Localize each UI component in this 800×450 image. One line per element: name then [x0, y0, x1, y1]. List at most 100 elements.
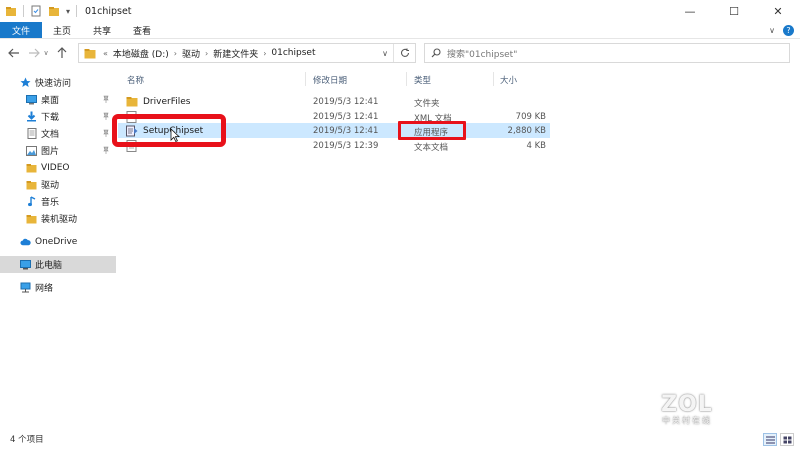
- file-row[interactable]: 2019/5/3 12:39 文本文档 4 KB: [118, 138, 550, 153]
- file-size: 709 KB: [515, 112, 546, 122]
- back-button[interactable]: [6, 45, 22, 61]
- sidebar-item-label: 此电脑: [35, 261, 63, 271]
- column-divider[interactable]: [493, 72, 494, 86]
- sidebar-item-music[interactable]: 音乐: [0, 193, 116, 210]
- sidebar-item-pictures[interactable]: 图片: [0, 142, 116, 159]
- sidebar-item-label: 装机驱动: [41, 215, 78, 225]
- file-row[interactable]: DriverFiles 2019/5/3 12:41 文件夹: [118, 94, 550, 109]
- sidebar-item-this-pc[interactable]: 此电脑: [0, 256, 116, 273]
- item-count: 4 个项目: [10, 435, 44, 445]
- sidebar-item-onedrive[interactable]: OneDrive: [0, 233, 116, 250]
- file-name: DriverFiles: [143, 96, 191, 107]
- address-dropdown-icon[interactable]: ∨: [379, 47, 391, 59]
- folder-icon: [26, 213, 37, 224]
- pin-icon[interactable]: [102, 112, 110, 120]
- large-icons-view-button[interactable]: [780, 433, 794, 446]
- refresh-button[interactable]: [393, 44, 415, 62]
- window-controls: — ☐ ✕: [668, 0, 800, 22]
- file-date: 2019/5/3 12:41: [313, 126, 379, 136]
- pin-icon[interactable]: [102, 146, 110, 154]
- xml-file-icon: [126, 111, 137, 123]
- breadcrumb-drivers[interactable]: 驱动: [180, 47, 202, 60]
- sidebar-item-drivers[interactable]: 驱动: [0, 176, 116, 193]
- minimize-button[interactable]: —: [668, 0, 712, 22]
- file-date: 2019/5/3 12:41: [313, 112, 379, 122]
- column-header-size[interactable]: 大小: [500, 74, 517, 86]
- sidebar-item-video[interactable]: VIDEO: [0, 159, 116, 176]
- chevron-right-icon[interactable]: ›: [202, 49, 211, 58]
- title-bar: ▾ 01chipset — ☐ ✕: [0, 0, 800, 22]
- breadcrumb-current[interactable]: 01chipset: [269, 48, 317, 58]
- chevron-down-icon: ∨: [43, 49, 49, 57]
- status-bar: 4 个项目: [0, 428, 800, 450]
- mouse-cursor-icon: [170, 128, 180, 142]
- file-row[interactable]: 2019/5/3 12:41 XML 文档 709 KB: [118, 109, 550, 124]
- sidebar-item-documents[interactable]: 文档: [0, 125, 116, 142]
- sidebar-item-label: 下载: [41, 113, 60, 123]
- pin-icon[interactable]: [102, 95, 110, 103]
- search-box[interactable]: 搜索"01chipset": [424, 43, 790, 63]
- navigation-pane: 快速访问 桌面 下载 文档 图片 VIDEO 驱动 音乐 装机驱动 OneDri…: [0, 74, 116, 424]
- sidebar-item-quick-access[interactable]: 快速访问: [0, 74, 116, 91]
- setup-exe-icon: [126, 125, 138, 137]
- up-button[interactable]: [54, 45, 70, 61]
- recent-locations-button[interactable]: ∨: [42, 45, 50, 61]
- column-header-name[interactable]: 名称: [127, 74, 144, 86]
- download-icon: [26, 111, 37, 122]
- file-size: 2,880 KB: [507, 126, 546, 136]
- details-view-button[interactable]: [763, 433, 777, 446]
- search-placeholder: 搜索"01chipset": [447, 49, 518, 60]
- sidebar-item-network[interactable]: 网络: [0, 279, 116, 296]
- sidebar-item-setup-drivers[interactable]: 装机驱动: [0, 210, 116, 227]
- breadcrumb-drive[interactable]: 本地磁盘 (D:): [111, 47, 171, 60]
- forward-button[interactable]: [26, 45, 42, 61]
- pin-icon[interactable]: [102, 129, 110, 137]
- column-header-date[interactable]: 修改日期: [313, 74, 347, 86]
- tab-share[interactable]: 共享: [82, 22, 122, 38]
- arrow-up-icon: [57, 47, 67, 58]
- window-title: 01chipset: [85, 5, 132, 17]
- star-icon: [20, 77, 31, 88]
- customize-toolbar-icon[interactable]: ▾: [66, 7, 70, 16]
- arrow-left-icon: [8, 48, 19, 58]
- music-note-icon: [26, 196, 37, 207]
- chevron-right-icon[interactable]: ›: [171, 49, 180, 58]
- tab-view[interactable]: 查看: [122, 22, 162, 38]
- tab-file[interactable]: 文件: [0, 22, 43, 38]
- column-header-type[interactable]: 类型: [414, 74, 431, 86]
- address-bar[interactable]: « 本地磁盘 (D:) › 驱动 › 新建文件夹 › 01chipset ∨: [78, 43, 416, 63]
- column-divider[interactable]: [406, 72, 407, 86]
- sidebar-item-downloads[interactable]: 下载: [0, 108, 116, 125]
- expand-ribbon-icon[interactable]: ∨: [769, 26, 775, 35]
- refresh-icon: [400, 48, 409, 57]
- properties-icon[interactable]: [30, 5, 42, 17]
- ribbon-controls: ∨ ?: [769, 22, 794, 39]
- sidebar-item-label: 文档: [41, 130, 60, 140]
- breadcrumb-new-folder[interactable]: 新建文件夹: [211, 47, 260, 60]
- help-icon[interactable]: ?: [783, 25, 794, 36]
- file-row-selected[interactable]: SetupChipset 2019/5/3 12:41 应用程序 2,880 K…: [118, 123, 550, 138]
- quick-access-toolbar: ▾: [0, 0, 78, 22]
- divider: [23, 5, 24, 17]
- column-divider[interactable]: [305, 72, 306, 86]
- network-icon: [20, 282, 31, 293]
- large-icons-view-icon: [783, 436, 791, 443]
- file-name-cell: [126, 140, 142, 152]
- file-date: 2019/5/3 12:39: [313, 141, 379, 151]
- file-type: 文件夹: [414, 99, 440, 109]
- tab-home[interactable]: 主页: [42, 22, 82, 38]
- close-button[interactable]: ✕: [756, 0, 800, 22]
- file-type: 应用程序: [414, 128, 449, 138]
- breadcrumb-overflow[interactable]: «: [100, 49, 111, 58]
- sidebar-item-label: 驱动: [41, 181, 60, 191]
- computer-icon: [20, 259, 31, 270]
- watermark-tagline: 中关村在线: [662, 416, 712, 425]
- folder-icon: [26, 162, 37, 173]
- sidebar-item-desktop[interactable]: 桌面: [0, 91, 116, 108]
- sidebar-item-label: 图片: [41, 147, 60, 157]
- chevron-right-icon[interactable]: ›: [260, 49, 269, 58]
- document-icon: [26, 128, 37, 139]
- new-folder-icon[interactable]: [48, 5, 60, 17]
- folder-icon: [126, 97, 138, 107]
- maximize-button[interactable]: ☐: [712, 0, 756, 22]
